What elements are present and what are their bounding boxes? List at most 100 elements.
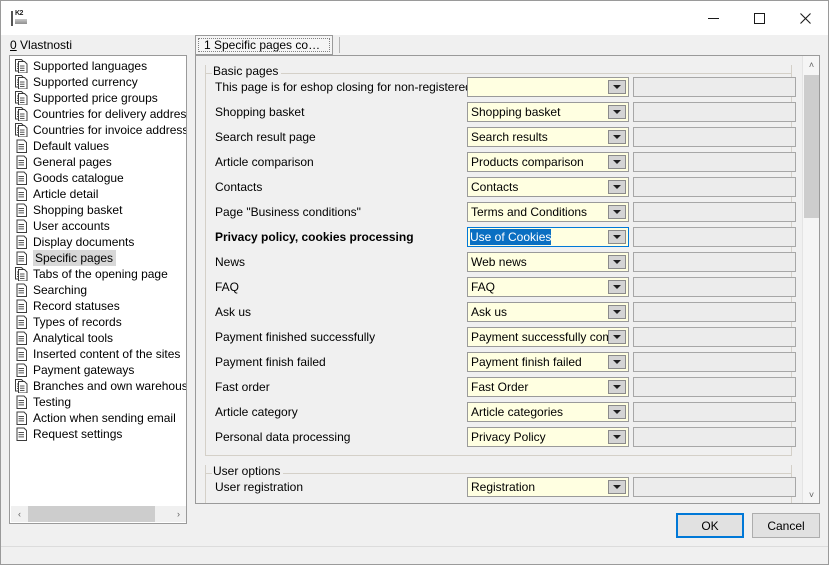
form-row: This page is for eshop closing for non-r… [206, 74, 791, 99]
page-select[interactable]: Terms and Conditions [467, 202, 629, 222]
chevron-down-icon[interactable] [608, 355, 626, 369]
close-icon[interactable] [782, 1, 828, 35]
chevron-down-icon[interactable] [608, 205, 626, 219]
sidebar-item-label: Searching [33, 282, 87, 298]
chevron-down-icon[interactable] [608, 405, 626, 419]
sidebar-item-types-of-records[interactable]: Types of records [10, 314, 186, 330]
sidebar-item-label: Request settings [33, 426, 122, 442]
tab-specific-pages[interactable]: 1 Specific pages co… [195, 35, 333, 55]
page-icon [15, 299, 28, 313]
page-select[interactable] [467, 77, 629, 97]
page-select[interactable]: Privacy Policy [467, 427, 629, 447]
page-icon [15, 235, 28, 249]
multi-page-icon [15, 379, 28, 393]
hscroll-thumb[interactable] [28, 506, 155, 522]
sidebar-item-default-values[interactable]: Default values [10, 138, 186, 154]
sidebar-item-supported-currency[interactable]: Supported currency [10, 74, 186, 90]
sidebar-caption-accel: 0 [10, 38, 17, 52]
chevron-down-icon[interactable] [608, 180, 626, 194]
multi-page-icon [15, 75, 28, 89]
sidebar-item-shopping-basket[interactable]: Shopping basket [10, 202, 186, 218]
page-select-value: Fast Order [468, 378, 608, 396]
form-row-label: This page is for eshop closing for non-r… [215, 80, 467, 94]
page-select[interactable]: Contacts [467, 177, 629, 197]
page-select[interactable]: Shopping basket [467, 102, 629, 122]
sidebar-item-supported-price-groups[interactable]: Supported price groups [10, 90, 186, 106]
sidebar-item-supported-languages[interactable]: Supported languages [10, 58, 186, 74]
chevron-down-icon[interactable] [608, 130, 626, 144]
chevron-down-icon[interactable] [608, 430, 626, 444]
chevron-down-icon[interactable] [608, 230, 626, 244]
properties-tree[interactable]: Supported languagesSupported currencySup… [9, 55, 187, 524]
sidebar-item-display-documents[interactable]: Display documents [10, 234, 186, 250]
page-select[interactable]: Products comparison [467, 152, 629, 172]
chevron-down-icon[interactable] [608, 480, 626, 494]
chevron-down-icon[interactable] [608, 330, 626, 344]
sidebar-item-label: Default values [33, 138, 109, 154]
sidebar-item-request-settings[interactable]: Request settings [10, 426, 186, 442]
tree-horizontal-scrollbar[interactable]: ‹ › [11, 506, 187, 522]
sidebar-item-payment-gateways[interactable]: Payment gateways [10, 362, 186, 378]
chevron-down-icon[interactable] [608, 105, 626, 119]
scroll-down-icon[interactable]: ˅ [803, 486, 820, 503]
hscroll-track[interactable] [28, 506, 170, 522]
page-select[interactable]: Payment finish failed [467, 352, 629, 372]
page-select[interactable]: Web news [467, 252, 629, 272]
page-select[interactable]: Ask us [467, 302, 629, 322]
page-icon [15, 139, 28, 153]
scroll-up-icon[interactable]: ˄ [803, 56, 820, 73]
page-select[interactable]: Fast Order [467, 377, 629, 397]
sidebar-item-analytical-tools[interactable]: Analytical tools [10, 330, 186, 346]
vscroll-thumb[interactable] [804, 75, 819, 218]
page-select[interactable]: FAQ [467, 277, 629, 297]
page-icon [15, 315, 28, 329]
page-select-value [468, 78, 608, 96]
sidebar-item-user-accounts[interactable]: User accounts [10, 218, 186, 234]
ok-button[interactable]: OK [676, 513, 744, 538]
form-row-label: FAQ [215, 280, 467, 294]
form-row-label: Fast order [215, 380, 467, 394]
page-select[interactable]: Search results [467, 127, 629, 147]
scroll-left-icon[interactable]: ‹ [11, 506, 28, 522]
chevron-down-icon[interactable] [608, 380, 626, 394]
page-select[interactable]: Use of Cookies [467, 227, 629, 247]
multi-page-icon [15, 107, 28, 121]
scroll-right-icon[interactable]: › [170, 506, 187, 522]
sidebar-item-specific-pages[interactable]: Specific pages [10, 250, 186, 266]
sidebar-item-testing[interactable]: Testing [10, 394, 186, 410]
sidebar-item-general-pages[interactable]: General pages [10, 154, 186, 170]
sidebar-item-article-detail[interactable]: Article detail [10, 186, 186, 202]
form-vertical-scrollbar[interactable]: ˄ ˅ [802, 56, 819, 503]
page-url-field [633, 327, 796, 347]
page-select[interactable]: Payment successfully completed [467, 327, 629, 347]
chevron-down-icon[interactable] [608, 305, 626, 319]
form-row: ContactsContacts [206, 174, 791, 199]
page-select-value: FAQ [468, 278, 608, 296]
chevron-down-icon[interactable] [608, 155, 626, 169]
sidebar-item-label: Testing [33, 394, 71, 410]
sidebar-item-action-when-sending-email[interactable]: Action when sending email [10, 410, 186, 426]
page-select[interactable]: Article categories [467, 402, 629, 422]
page-select-value: Privacy Policy [468, 428, 608, 446]
maximize-icon[interactable] [736, 1, 782, 35]
minimize-icon[interactable] [690, 1, 736, 35]
chevron-down-icon[interactable] [608, 255, 626, 269]
chevron-down-icon[interactable] [608, 280, 626, 294]
page-url-field [633, 252, 796, 272]
chevron-down-icon[interactable] [608, 80, 626, 94]
sidebar-item-countries-for-delivery-addresse[interactable]: Countries for delivery addresse [10, 106, 186, 122]
page-select[interactable]: Registration [467, 477, 629, 497]
cancel-button[interactable]: Cancel [752, 513, 820, 538]
sidebar-item-label: Types of records [33, 314, 122, 330]
sidebar-item-branches-and-own-warehouses[interactable]: Branches and own warehouses [10, 378, 186, 394]
sidebar-item-goods-catalogue[interactable]: Goods catalogue [10, 170, 186, 186]
sidebar-item-searching[interactable]: Searching [10, 282, 186, 298]
form-row-label: Page "Business conditions" [215, 205, 467, 219]
page-icon [15, 283, 28, 297]
sidebar-item-inserted-content-of-the-sites[interactable]: Inserted content of the sites [10, 346, 186, 362]
sidebar-item-label: Countries for invoice addresse [33, 122, 186, 138]
title-text-area [35, 1, 690, 35]
sidebar-item-countries-for-invoice-addresse[interactable]: Countries for invoice addresse [10, 122, 186, 138]
sidebar-item-record-statuses[interactable]: Record statuses [10, 298, 186, 314]
sidebar-item-tabs-of-the-opening-page[interactable]: Tabs of the opening page [10, 266, 186, 282]
